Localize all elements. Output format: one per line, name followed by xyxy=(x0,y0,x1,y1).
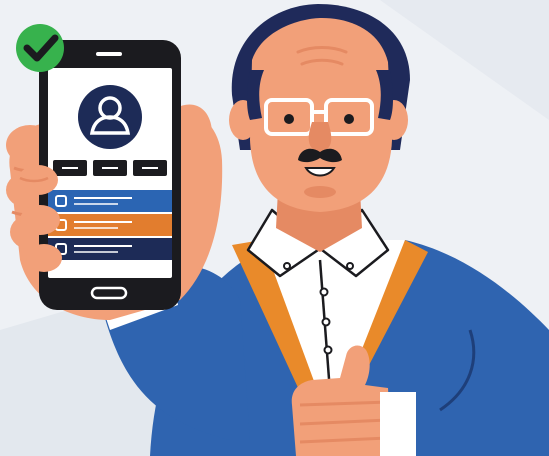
phone-list xyxy=(48,190,172,260)
list-item xyxy=(48,190,172,212)
illustration xyxy=(0,0,549,456)
list-item xyxy=(48,214,172,236)
phone-speaker xyxy=(96,52,122,56)
smartphone xyxy=(39,40,181,310)
phone-tab-row xyxy=(53,160,167,176)
nose xyxy=(308,122,332,152)
list-item xyxy=(48,238,172,260)
phone-avatar xyxy=(78,85,142,149)
check-badge xyxy=(16,24,64,72)
